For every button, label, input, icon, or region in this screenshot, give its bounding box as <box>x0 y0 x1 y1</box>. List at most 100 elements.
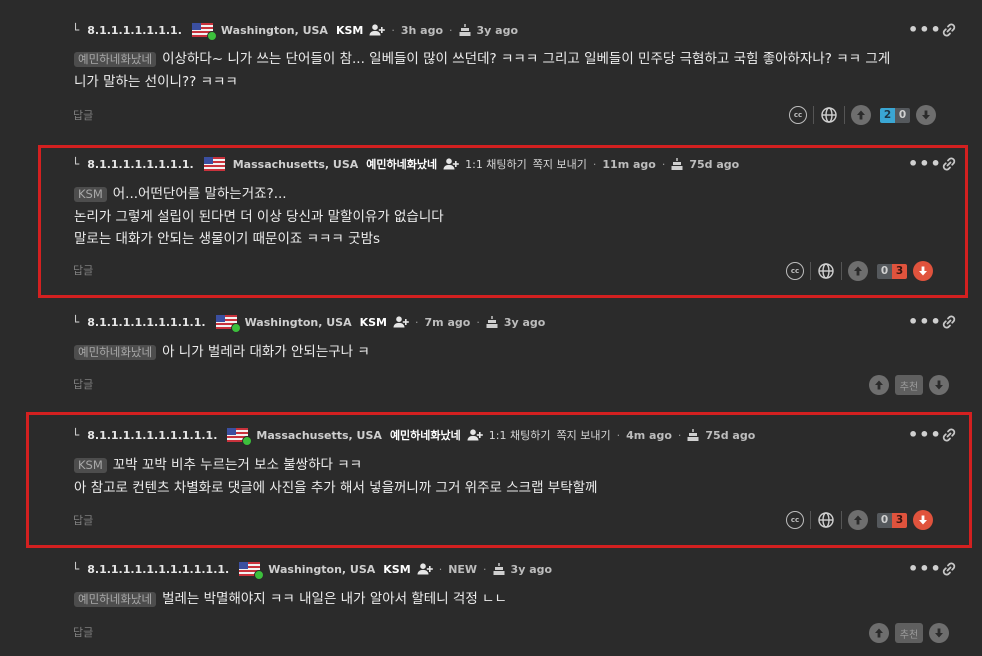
location: Washington, USA <box>244 315 352 329</box>
comment: └ 8.1.1.1.1.1.1.1.1. Massachusetts, USA … <box>0 135 982 310</box>
downvote-icon[interactable] <box>913 261 933 281</box>
separator-dot: · <box>661 157 666 171</box>
comment-text: 아 니가 벌레라 대화가 안되는구나 ㅋ <box>162 344 370 360</box>
comment-meta: └ 8.1.1.1.1.1.1.1.1. Massachusetts, USA … <box>72 154 745 174</box>
timestamp: 4m ago <box>626 428 672 442</box>
reply-indent-icon: └ <box>72 315 80 329</box>
nickname[interactable]: 예민하네화났네 <box>390 427 461 443</box>
downvote-icon[interactable] <box>913 510 933 530</box>
upvote-count: 0 <box>877 263 892 279</box>
separator-dot: · <box>476 315 480 329</box>
cake-icon <box>493 563 505 575</box>
comment-line: 예민하네화났네 이상하다~ 니가 쓰는 단어들이 참... 일베들이 많이 쓰던데… <box>74 48 890 71</box>
comment-meta: └ 8.1.1.1.1.1.1.1.1.1.1. Massachusetts, … <box>72 425 761 446</box>
comment: └ 8.1.1.1.1.1.1.1.1.1.1. Massachusetts, … <box>0 410 982 550</box>
divider <box>813 106 814 124</box>
comment-controls: 추천 <box>869 374 949 396</box>
comment-body: KSM 꼬박 꼬박 비추 누르는거 보소 불쌍하다 ㅋㅋ 아 참고로 컨텐츠 차별… <box>74 454 597 499</box>
recommend-button[interactable]: 추천 <box>895 623 923 643</box>
account-age: 3y ago <box>510 562 553 576</box>
downvote-count: 3 <box>892 512 907 528</box>
chat-link[interactable]: 1:1 채팅하기 <box>465 156 527 172</box>
separator-dot: · <box>592 157 597 171</box>
person-add-icon[interactable] <box>467 429 483 441</box>
downvote-icon[interactable] <box>916 105 936 125</box>
downvote-icon[interactable] <box>929 623 949 643</box>
nickname[interactable]: KSM <box>360 316 387 329</box>
comment-line: KSM 꼬박 꼬박 비추 누르는거 보소 불쌍하다 ㅋㅋ <box>74 454 597 477</box>
cc-icon[interactable]: cc <box>786 262 804 280</box>
globe-icon[interactable] <box>817 262 835 280</box>
separator-dot: · <box>415 315 419 329</box>
upvote-icon[interactable] <box>848 510 868 530</box>
online-indicator <box>230 323 241 333</box>
link-icon[interactable] <box>940 426 958 444</box>
timestamp: 11m ago <box>602 157 656 171</box>
comment-number: 8.1.1.1.1.1.1.1.1. <box>87 157 194 171</box>
link-icon[interactable] <box>940 560 958 578</box>
comment-controls: 추천 <box>869 622 949 644</box>
online-indicator <box>242 436 253 446</box>
link-icon[interactable] <box>940 313 958 331</box>
upvote-icon[interactable] <box>848 261 868 281</box>
chat-link[interactable]: 1:1 채팅하기 <box>489 427 551 443</box>
us-flag-icon <box>215 315 241 333</box>
globe-icon[interactable] <box>820 106 838 124</box>
nickname[interactable]: KSM <box>383 563 410 576</box>
reply-target-tag[interactable]: 예민하네화났네 <box>74 345 157 360</box>
downvote-icon[interactable] <box>929 375 949 395</box>
reply-button[interactable]: 답글 <box>73 107 93 123</box>
comment-controls: cc 0 3 <box>786 509 933 531</box>
timestamp: 7m ago <box>424 315 471 329</box>
more-options-icon[interactable]: ••• <box>908 20 942 39</box>
link-icon[interactable] <box>940 155 958 173</box>
upvote-count: 2 <box>880 107 895 123</box>
comment-body: 예민하네화났네 아 니가 벌레라 대화가 안되는구나 ㅋ <box>74 341 370 364</box>
more-options-icon[interactable]: ••• <box>908 559 942 578</box>
reply-target-tag[interactable]: 예민하네화났네 <box>74 592 157 607</box>
us-flag-icon <box>239 562 265 580</box>
account-age: 75d ago <box>689 157 740 171</box>
downvote-count: 0 <box>895 107 910 123</box>
more-options-icon[interactable]: ••• <box>908 154 942 173</box>
cake-icon <box>687 429 699 441</box>
link-icon[interactable] <box>940 21 958 39</box>
comment-line: 논리가 그렇게 설립이 된다면 더 이상 당신과 말할이유가 없습니다 <box>74 208 444 225</box>
reply-target-tag[interactable]: 예민하네화났네 <box>74 52 157 67</box>
timestamp: 3h ago <box>400 23 444 37</box>
comment: └ 8.1.1.1.1.1.1.1.1.1. Washington, USA K… <box>0 310 982 410</box>
reply-button[interactable]: 답글 <box>73 262 93 278</box>
cake-icon <box>486 316 498 328</box>
reply-indent-icon: └ <box>72 428 80 442</box>
upvote-icon[interactable] <box>869 375 889 395</box>
reply-target-tag[interactable]: KSM <box>74 187 107 202</box>
comment-text: 꼬박 꼬박 비추 누르는거 보소 불쌍하다 ㅋㅋ <box>112 457 363 473</box>
nickname[interactable]: 예민하네화났네 <box>366 156 437 172</box>
comment-number: 8.1.1.1.1.1.1.1. <box>87 23 182 37</box>
upvote-icon[interactable] <box>851 105 871 125</box>
globe-icon[interactable] <box>817 511 835 529</box>
us-flag-icon <box>191 23 217 41</box>
message-link[interactable]: 쪽지 보내기 <box>556 427 610 443</box>
person-add-icon[interactable] <box>369 24 386 36</box>
reply-button[interactable]: 답글 <box>73 624 93 640</box>
location: Massachusetts, USA <box>232 157 359 171</box>
reply-button[interactable]: 답글 <box>73 512 93 528</box>
more-options-icon[interactable]: ••• <box>908 425 942 444</box>
upvote-icon[interactable] <box>869 623 889 643</box>
reply-indent-icon: └ <box>72 562 80 576</box>
recommend-button[interactable]: 추천 <box>895 375 923 395</box>
comment-controls: cc 2 0 <box>789 104 936 126</box>
person-add-icon[interactable] <box>417 563 433 575</box>
person-add-icon[interactable] <box>443 158 459 170</box>
online-indicator <box>206 31 217 41</box>
more-options-icon[interactable]: ••• <box>908 312 942 331</box>
cc-icon[interactable]: cc <box>786 511 804 529</box>
nickname[interactable]: KSM <box>336 24 363 37</box>
separator-dot: · <box>616 428 621 442</box>
person-add-icon[interactable] <box>393 316 409 328</box>
reply-button[interactable]: 답글 <box>73 376 93 392</box>
cc-icon[interactable]: cc <box>789 106 807 124</box>
reply-target-tag[interactable]: KSM <box>74 458 107 473</box>
message-link[interactable]: 쪽지 보내기 <box>533 156 587 172</box>
